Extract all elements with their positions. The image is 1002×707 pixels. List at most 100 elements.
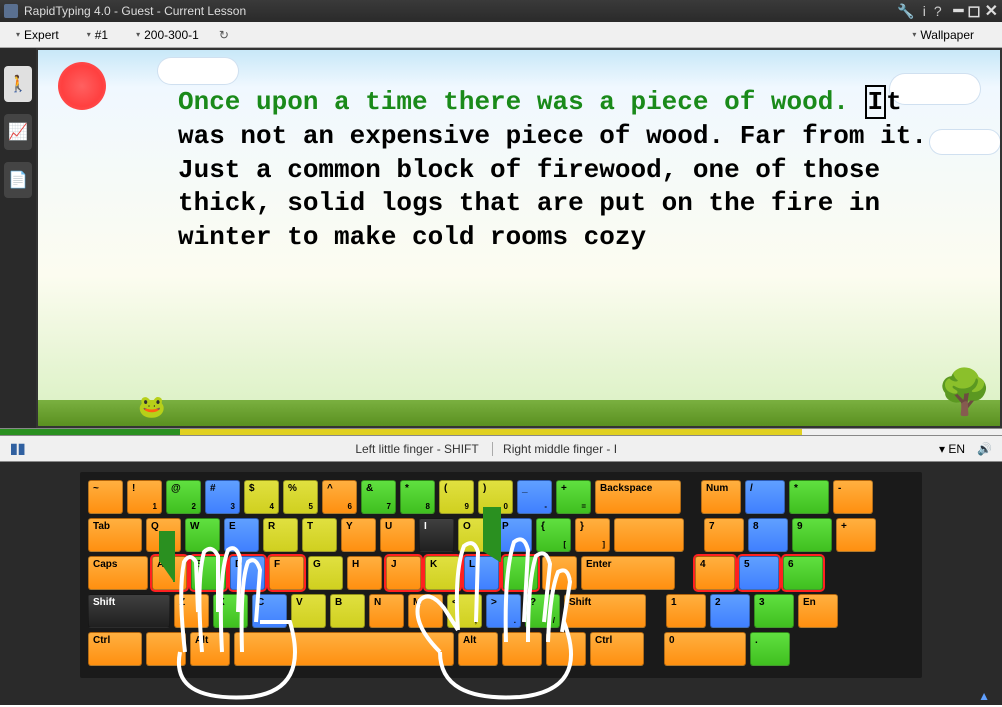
lesson-dropdown[interactable]: ▾#1 — [79, 26, 116, 44]
key-j[interactable]: J — [386, 556, 421, 590]
info-icon[interactable]: i — [923, 3, 926, 20]
key-l[interactable]: L — [464, 556, 499, 590]
key-backspace[interactable]: Backspace — [595, 480, 681, 514]
language-dropdown[interactable]: ▾ EN — [939, 442, 965, 456]
key-[interactable]: * — [789, 480, 829, 514]
refresh-icon[interactable]: ↻ — [219, 28, 229, 42]
key-[interactable]: ?/ — [525, 594, 560, 628]
key-[interactable]: $4 — [244, 480, 279, 514]
tab-stats[interactable]: 📈 — [4, 114, 32, 150]
key-[interactable]: <, — [447, 594, 482, 628]
key-w[interactable]: W — [185, 518, 220, 552]
key-[interactable]: / — [745, 480, 785, 514]
key-[interactable]: _- — [517, 480, 552, 514]
key-k[interactable]: K — [425, 556, 460, 590]
key-blank[interactable] — [146, 632, 186, 666]
key-[interactable]: (9 — [439, 480, 474, 514]
key-[interactable]: }] — [575, 518, 610, 552]
key-b[interactable]: B — [330, 594, 365, 628]
key-3[interactable]: 3 — [754, 594, 794, 628]
key-[interactable]: ~ — [88, 480, 123, 514]
key-x[interactable]: X — [213, 594, 248, 628]
key-[interactable]: "' — [542, 556, 577, 590]
key-v[interactable]: V — [291, 594, 326, 628]
key-shift[interactable]: Shift — [88, 594, 170, 628]
key-t[interactable]: T — [302, 518, 337, 552]
key-[interactable]: &7 — [361, 480, 396, 514]
key-6[interactable]: 6 — [783, 556, 823, 590]
collapse-keyboard-icon[interactable]: ▲ — [978, 689, 990, 703]
key-i[interactable]: I — [419, 518, 454, 552]
key-m[interactable]: M — [408, 594, 443, 628]
key-s[interactable]: S — [191, 556, 226, 590]
minimize-button[interactable]: ━ — [954, 1, 964, 21]
wallpaper-dropdown[interactable]: ▾Wallpaper — [904, 26, 982, 44]
key-o[interactable]: O — [458, 518, 493, 552]
key-[interactable]: )0 — [478, 480, 513, 514]
progress-done — [0, 429, 180, 435]
key-[interactable]: >. — [486, 594, 521, 628]
key-7[interactable]: 7 — [704, 518, 744, 552]
key-num[interactable]: Num — [701, 480, 741, 514]
key-u[interactable]: U — [380, 518, 415, 552]
key-[interactable]: #3 — [205, 480, 240, 514]
key-h[interactable]: H — [347, 556, 382, 590]
key-9[interactable]: 9 — [792, 518, 832, 552]
key-ctrl[interactable]: Ctrl — [590, 632, 644, 666]
key-0[interactable]: 0 — [664, 632, 746, 666]
key-caps[interactable]: Caps — [88, 556, 148, 590]
key-blank[interactable] — [234, 632, 454, 666]
key-blank[interactable] — [502, 632, 542, 666]
key-5[interactable]: 5 — [739, 556, 779, 590]
key-shift[interactable]: Shift — [564, 594, 646, 628]
help-icon[interactable]: ? — [934, 3, 942, 20]
close-button[interactable]: ✕ — [985, 1, 998, 21]
key-[interactable]: @2 — [166, 480, 201, 514]
key-f[interactable]: F — [269, 556, 304, 590]
key-ctrl[interactable]: Ctrl — [88, 632, 142, 666]
side-tabs: 🚶 📈 📄 — [0, 48, 36, 428]
key-[interactable]: *8 — [400, 480, 435, 514]
sound-icon[interactable]: 🔊 — [977, 442, 992, 456]
key-[interactable]: %5 — [283, 480, 318, 514]
key-[interactable]: - — [833, 480, 873, 514]
key-y[interactable]: Y — [341, 518, 376, 552]
key-q[interactable]: Q — [146, 518, 181, 552]
key-z[interactable]: Z — [174, 594, 209, 628]
settings-icon[interactable]: 🔧 — [897, 3, 914, 20]
key-4[interactable]: 4 — [695, 556, 735, 590]
sublesson-dropdown[interactable]: ▾200-300-1 — [128, 26, 207, 44]
key-p[interactable]: P — [497, 518, 532, 552]
key-a[interactable]: A — [152, 556, 187, 590]
pause-button[interactable]: ▮▮ — [10, 440, 25, 457]
maximize-button[interactable]: ◻ — [967, 1, 980, 21]
key-2[interactable]: 2 — [710, 594, 750, 628]
tab-courses[interactable]: 📄 — [4, 162, 32, 198]
key-[interactable]: + — [836, 518, 876, 552]
key-blank[interactable] — [546, 632, 586, 666]
tab-lesson[interactable]: 🚶 — [4, 66, 32, 102]
key-g[interactable]: G — [308, 556, 343, 590]
key-n[interactable]: N — [369, 594, 404, 628]
key-blank[interactable] — [614, 518, 684, 552]
key-[interactable]: !1 — [127, 480, 162, 514]
key-c[interactable]: C — [252, 594, 287, 628]
key-alt[interactable]: Alt — [190, 632, 230, 666]
key-[interactable]: :; — [503, 556, 538, 590]
key-d[interactable]: D — [230, 556, 265, 590]
key-r[interactable]: R — [263, 518, 298, 552]
key-tab[interactable]: Tab — [88, 518, 142, 552]
level-dropdown[interactable]: ▾Expert — [8, 26, 67, 44]
key-e[interactable]: E — [224, 518, 259, 552]
key-8[interactable]: 8 — [748, 518, 788, 552]
key-[interactable]: ^6 — [322, 480, 357, 514]
key-en[interactable]: En — [798, 594, 838, 628]
key-[interactable]: {[ — [536, 518, 571, 552]
key-enter[interactable]: Enter — [581, 556, 675, 590]
key-alt[interactable]: Alt — [458, 632, 498, 666]
key-[interactable]: += — [556, 480, 591, 514]
key-1[interactable]: 1 — [666, 594, 706, 628]
cloud-decoration — [158, 58, 238, 84]
cursor-char: I — [865, 85, 887, 119]
key-[interactable]: . — [750, 632, 790, 666]
